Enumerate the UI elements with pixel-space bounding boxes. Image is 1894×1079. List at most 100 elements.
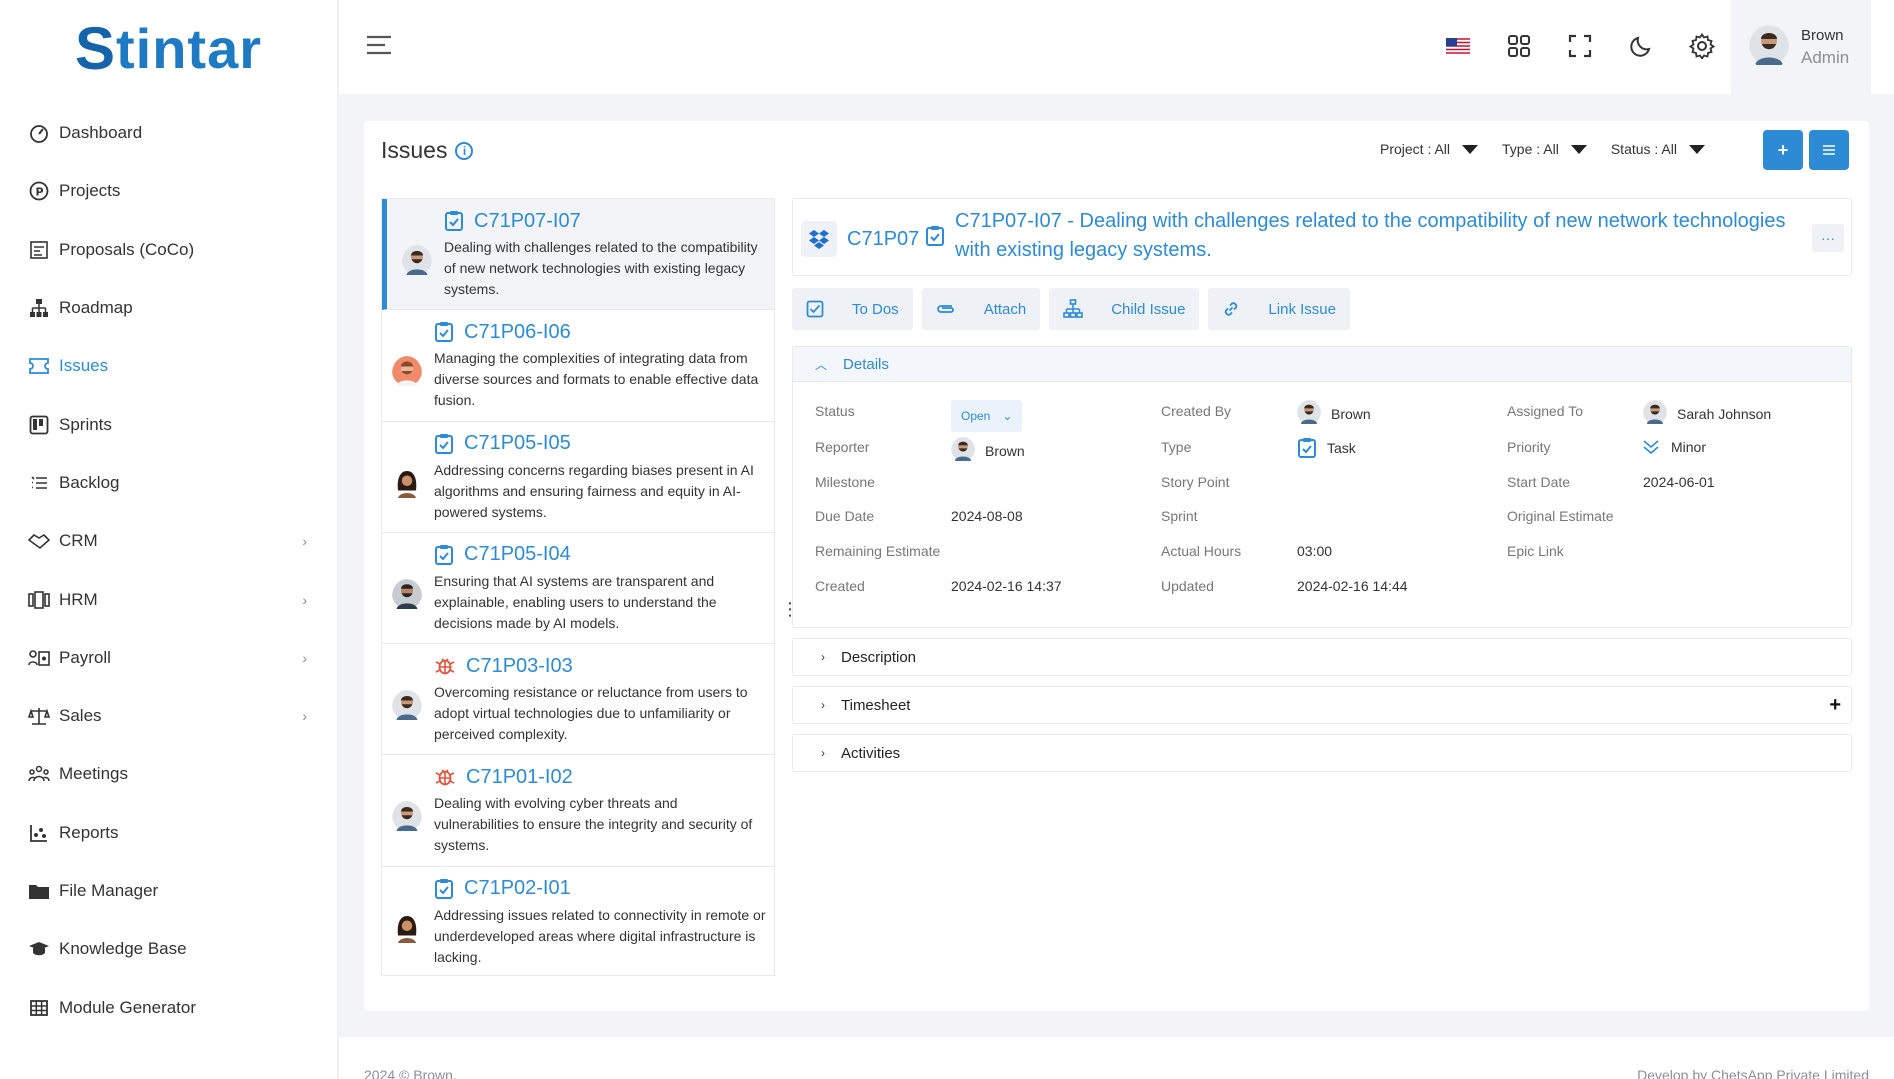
footer-copyright: 2024 © Brown. <box>364 1067 457 1079</box>
issue-avatar <box>392 690 422 725</box>
project-code: C71P07 <box>847 227 920 250</box>
dropbox-icon <box>801 221 837 257</box>
sidebar-item-module-generator[interactable]: Module Generator <box>0 978 337 1036</box>
sidebar-item-roadmap[interactable]: Roadmap <box>0 279 337 337</box>
sidebar-item-file-manager[interactable]: File Manager <box>0 862 337 920</box>
graduation-icon <box>26 938 52 960</box>
timesheet-heading: Timesheet <box>841 696 911 714</box>
issue-list-item[interactable]: C71P05-I04 Ensuring that AI systems are t… <box>382 533 774 645</box>
issue-list-item[interactable]: C71P07-I07 Dealing with challenges relate… <box>382 199 774 311</box>
issue-list-item[interactable]: C71P06-I06 Managing the complexities of i… <box>382 310 774 422</box>
settings-gear-icon[interactable] <box>1671 26 1732 66</box>
issue-code[interactable]: C71P06-I06 <box>464 321 571 344</box>
issue-code[interactable]: C71P03-I03 <box>466 655 573 678</box>
more-options-button[interactable]: ··· <box>1812 224 1844 252</box>
scale-icon <box>26 705 52 727</box>
issue-description: Addressing issues related to connectivit… <box>434 906 766 965</box>
sidebar-item-reports[interactable]: Reports <box>0 804 337 862</box>
activities-accordion[interactable]: › Activities <box>792 734 1852 772</box>
sidebar-item-crm[interactable]: CRM › <box>0 512 337 570</box>
list-icon <box>26 472 52 494</box>
start-date-label: Start Date <box>1507 474 1571 490</box>
issue-code[interactable]: C71P05-I05 <box>464 432 571 455</box>
timesheet-accordion[interactable]: › Timesheet + <box>792 686 1852 724</box>
child-issue-button[interactable]: Child Issue <box>1049 288 1200 330</box>
folder-icon <box>26 880 52 902</box>
sidebar-item-hrm[interactable]: HRM › <box>0 570 337 628</box>
issue-avatar <box>392 467 422 503</box>
sitemap-icon <box>26 297 52 319</box>
apps-grid-icon[interactable] <box>1488 26 1549 66</box>
sidebar-item-label: Reports <box>59 822 119 842</box>
issue-description: Addressing concerns regarding biases pre… <box>434 461 754 520</box>
sidebar-item-issues[interactable]: Issues <box>0 337 337 395</box>
bug-icon <box>434 656 456 676</box>
status-filter-dropdown[interactable]: Status : All <box>1611 141 1705 157</box>
chevron-up-icon: ︿ <box>815 357 828 372</box>
sidebar-item-meetings[interactable]: Meetings <box>0 745 337 803</box>
description-accordion[interactable]: › Description <box>792 638 1852 676</box>
details-toggle[interactable]: ︿ Details <box>793 347 1851 382</box>
ticket-icon <box>26 355 52 377</box>
sitemap-icon <box>1063 299 1084 319</box>
proposal-icon <box>26 239 52 261</box>
us-flag-icon[interactable] <box>1427 26 1488 66</box>
task-checkbox-icon <box>434 433 454 455</box>
dark-mode-moon-icon[interactable] <box>1610 26 1671 66</box>
issue-list-item[interactable]: C71P02-I01 Addressing issues related to c… <box>382 867 774 975</box>
priority-label: Priority <box>1507 439 1551 455</box>
sidebar-item-sales[interactable]: Sales › <box>0 687 337 745</box>
sidebar-item-proposals[interactable]: Proposals (CoCo) <box>0 221 337 279</box>
issue-code[interactable]: C71P05-I04 <box>464 543 571 566</box>
project-link[interactable]: C71P07 <box>801 221 919 257</box>
link-issue-label: Link Issue <box>1268 300 1336 318</box>
issue-list-item[interactable]: C71P03-I03 Overcoming resistance or reluc… <box>382 644 774 756</box>
fullscreen-icon[interactable] <box>1549 26 1610 66</box>
sidebar-item-label: File Manager <box>59 881 159 900</box>
issue-actions: To Dos Attach Child Issue Link Issue <box>792 288 1852 330</box>
status-dropdown[interactable]: Open ⌄ <box>951 400 1023 432</box>
sidebar-item-label: Backlog <box>59 472 120 492</box>
sidebar-item-backlog[interactable]: Backlog <box>0 454 337 512</box>
link-issue-button[interactable]: Link Issue <box>1208 288 1350 330</box>
chevron-right-icon: › <box>302 649 307 666</box>
caret-down-icon <box>1570 144 1587 154</box>
sidebar-item-knowledge-base[interactable]: Knowledge Base <box>0 920 337 978</box>
issue-list-item[interactable]: C71P01-I02 Dealing with evolving cyber th… <box>382 755 774 867</box>
chevron-right-icon: › <box>302 708 307 725</box>
app-logo[interactable]: Stintar <box>0 0 337 96</box>
info-icon[interactable]: i <box>455 141 474 160</box>
user-menu[interactable]: Brown Admin <box>1731 0 1871 94</box>
logo-letter: S <box>74 14 117 82</box>
sidebar-item-label: Dashboard <box>59 123 143 143</box>
actual-hours-value: 03:00 <box>1297 543 1333 559</box>
checkbox-icon <box>806 300 824 318</box>
add-timesheet-plus-icon[interactable]: + <box>1829 694 1841 717</box>
type-value: Task <box>1327 440 1356 456</box>
sprint-label: Sprint <box>1161 508 1198 524</box>
todos-button[interactable]: To Dos <box>792 288 913 330</box>
sidebar-item-payroll[interactable]: Payroll › <box>0 629 337 687</box>
sidebar-item-dashboard[interactable]: Dashboard <box>0 104 337 162</box>
task-checkbox-icon <box>925 225 945 252</box>
hamburger-menu-icon[interactable] <box>365 34 393 61</box>
project-filter-dropdown[interactable]: Project : All <box>1380 141 1479 157</box>
description-heading: Description <box>841 648 917 666</box>
issues-card: Issues i Project : All Type : All Status… <box>364 121 1869 1011</box>
sidebar-item-sprints[interactable]: Sprints <box>0 395 337 453</box>
add-issue-button[interactable]: + <box>1763 130 1803 170</box>
updated-label: Updated <box>1161 578 1214 594</box>
sidebar-item-label: Issues <box>59 356 109 376</box>
issue-code[interactable]: C71P02-I01 <box>464 877 571 900</box>
issue-code[interactable]: C71P01-I02 <box>466 766 573 789</box>
list-view-button[interactable] <box>1809 130 1849 170</box>
sidebar-item-projects[interactable]: P Projects <box>0 162 337 220</box>
issue-code[interactable]: C71P07-I07 <box>474 210 581 233</box>
issue-avatar <box>392 912 422 948</box>
sidebar-item-label: Proposals (CoCo) <box>59 239 195 259</box>
issue-list-item[interactable]: C71P05-I05 Addressing concerns regarding … <box>382 422 774 533</box>
issue-description: Dealing with challenges related to the c… <box>444 239 758 297</box>
attach-button[interactable]: Attach <box>921 288 1041 330</box>
todos-label: To Dos <box>852 300 899 318</box>
type-filter-dropdown[interactable]: Type : All <box>1502 141 1587 157</box>
